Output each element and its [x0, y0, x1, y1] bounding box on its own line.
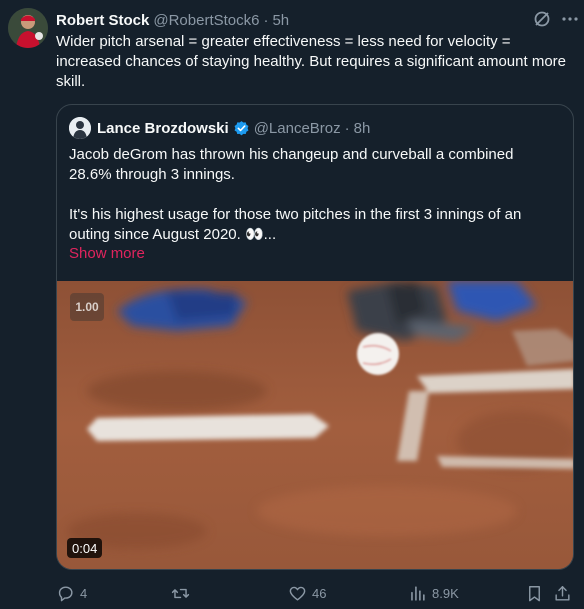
verified-badge-icon: [234, 120, 249, 135]
reply-icon: [58, 585, 73, 601]
like-count: 46: [312, 585, 327, 601]
more-icon[interactable]: [560, 9, 580, 29]
reply-count: 4: [80, 585, 88, 601]
separator-dot: ·: [263, 11, 269, 29]
quote-time: 8h: [353, 119, 371, 137]
like-button[interactable]: 46: [288, 582, 326, 604]
quote-author-handle: @LanceBroz: [253, 119, 341, 137]
views-count: 8.9K: [432, 585, 459, 601]
video-duration: 0:04: [67, 538, 103, 558]
retweet-button[interactable]: [171, 582, 195, 604]
retweet-icon: [171, 588, 190, 598]
quote-paragraph: Jacob deGrom has thrown his changeup and…: [69, 146, 514, 183]
tweet-time[interactable]: 5h: [272, 12, 289, 29]
share-icon: [555, 585, 570, 601]
quoted-tweet[interactable]: Lance Brozdowski @LanceBroz · 8h Jacob d…: [56, 104, 574, 570]
views-button[interactable]: 8.9K: [408, 582, 459, 604]
quote-separator-dot: ·: [344, 119, 350, 137]
bookmark-button[interactable]: [525, 582, 549, 604]
bookmark-icon: [529, 585, 540, 601]
author-avatar[interactable]: [8, 8, 48, 48]
author-name[interactable]: Robert Stock: [56, 12, 149, 29]
quote-author-avatar: [69, 117, 91, 139]
tweet[interactable]: Robert Stock @RobertStock6 · 5h Wider pi…: [0, 0, 584, 609]
playback-speed[interactable]: 1.00: [70, 293, 104, 321]
quote-text: Jacob deGrom has thrown his changeup and…: [69, 145, 559, 245]
quote-author-name: Lance Brozdowski: [97, 119, 229, 137]
video-frame: [57, 281, 573, 569]
author-handle[interactable]: @RobertStock6: [153, 12, 259, 29]
like-icon: [289, 586, 306, 601]
quote-paragraph: It's his highest usage for those two pit…: [69, 206, 522, 243]
video-player[interactable]: 1.00 0:04: [57, 281, 573, 569]
tweet-header: Robert Stock @RobertStock6 · 5h: [56, 10, 572, 30]
reply-button[interactable]: 4: [56, 582, 87, 604]
grok-icon[interactable]: [532, 9, 552, 29]
quote-header: Lance Brozdowski @LanceBroz · 8h: [69, 117, 370, 139]
action-bar: 4 46 8.9K: [56, 582, 572, 604]
share-button[interactable]: [553, 582, 577, 604]
views-icon: [411, 585, 425, 601]
tweet-text: Wider pitch arsenal = greater effectiven…: [56, 33, 566, 90]
show-more-link[interactable]: Show more: [69, 245, 145, 262]
